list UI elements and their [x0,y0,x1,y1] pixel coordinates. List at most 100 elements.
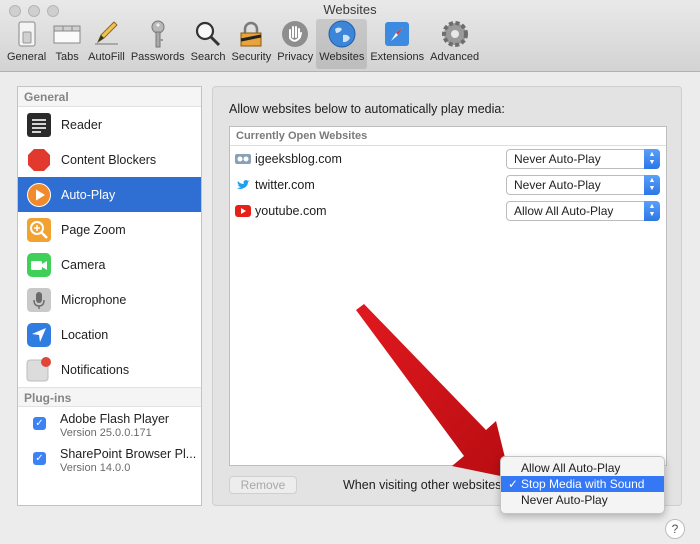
sidebar-item-label: Content Blockers [61,152,157,167]
auto-play-select[interactable]: Never Auto-Play ▲ ▼ [506,175,660,195]
sidebar-item-label: Camera [61,257,106,272]
auto-play-select[interactable]: Never Auto-Play ▲ ▼ [506,149,660,169]
lock-icon [236,19,266,49]
site-favicon-icon [235,152,251,166]
table-section-header: Currently Open Websites [230,127,666,146]
menu-option-label: Never Auto-Play [521,493,608,507]
table-row[interactable]: igeeksblog.com Never Auto-Play ▲ ▼ [230,146,666,172]
zoom-icon [26,217,52,243]
select-arrows-icon: ▲ ▼ [644,149,660,169]
site-domain: twitter.com [255,178,315,192]
plugin-name: Adobe Flash Player [60,412,170,426]
location-arrow-icon [26,322,52,348]
help-button[interactable]: ? [665,519,685,539]
play-icon [26,182,52,208]
plugin-version: Version 14.0.0 [60,462,131,474]
toolbar-privacy[interactable]: Privacy [274,19,316,69]
toolbar-label: General [7,51,47,63]
key-icon [143,19,173,49]
preferences-toolbar: General Tabs AutoFill Passwords Search S… [4,19,482,69]
select-arrows-icon: ▲ ▼ [644,175,660,195]
websites-table: Currently Open Websites igeeksblog.com N… [229,126,667,466]
sidebar-item-camera[interactable]: Camera [18,247,201,282]
sidebar-header-plugins: Plug-ins [18,387,201,407]
reader-icon [26,112,52,138]
menu-option-allow-all[interactable]: Allow All Auto-Play [501,460,664,476]
select-value: Allow All Auto-Play [514,204,614,218]
sidebar-item-microphone[interactable]: Microphone [18,282,201,317]
auto-play-dropdown-menu: Allow All Auto-Play ✓ Stop Media with So… [500,456,665,514]
microphone-icon [26,287,52,313]
plugin-row-sharepoint[interactable]: ✓ SharePoint Browser Pl... Version 14.0.… [18,442,201,477]
toolbar-label: Advanced [430,51,480,63]
checkmark-icon: ✓ [508,477,519,491]
site-domain: igeeksblog.com [255,152,342,166]
menu-option-never[interactable]: Never Auto-Play [501,492,664,508]
stop-sign-icon [26,147,52,173]
toolbar-websites[interactable]: Websites [316,19,368,69]
switch-icon [12,19,42,49]
globe-icon [327,19,357,49]
plugin-row-flash[interactable]: ✓ Adobe Flash Player Version 25.0.0.171 [18,407,201,442]
toolbar-extensions[interactable]: Extensions [367,19,427,69]
other-websites-label: When visiting other websites [343,478,502,492]
toolbar-label: Security [231,51,272,63]
toolbar-passwords[interactable]: Passwords [128,19,188,69]
toolbar-advanced[interactable]: Advanced [427,19,482,69]
site-domain: youtube.com [255,204,327,218]
toolbar-general[interactable]: General [4,19,49,69]
table-row[interactable]: twitter.com Never Auto-Play ▲ ▼ [230,172,666,198]
toolbar-label: Passwords [130,51,185,63]
sidebar-item-notifications[interactable]: Notifications [18,352,201,387]
gear-icon [440,19,470,49]
toolbar-search[interactable]: Search [188,19,229,69]
select-arrows-icon: ▲ ▼ [644,201,660,221]
sidebar-item-reader[interactable]: Reader [18,107,201,142]
auto-play-select[interactable]: Allow All Auto-Play ▲ ▼ [506,201,660,221]
sidebar-item-page-zoom[interactable]: Page Zoom [18,212,201,247]
remove-button[interactable]: Remove [229,476,297,494]
sidebar-item-label: Notifications [61,362,130,377]
sidebar-item-label: Page Zoom [61,222,126,237]
window-title: Websites [323,2,377,17]
menu-option-label: Allow All Auto-Play [521,461,621,475]
panel-description: Allow websites below to automatically pl… [229,102,505,116]
sidebar: General Reader Content Blockers Auto-Pla… [17,86,202,506]
toolbar-label: Privacy [277,51,314,63]
menu-option-label: Stop Media with Sound [521,477,645,491]
sidebar-header-general: General [18,87,201,107]
notifications-icon [26,356,52,383]
tabs-icon [52,19,82,49]
toolbar-label: Search [190,51,226,63]
toolbar-label: Extensions [370,51,425,63]
sidebar-item-label: Microphone [61,292,127,307]
sidebar-item-label: Auto-Play [61,187,116,202]
toolbar-label: AutoFill [88,51,125,63]
sidebar-item-label: Location [61,327,109,342]
magnifier-icon [193,19,223,49]
sidebar-item-auto-play[interactable]: Auto-Play [18,177,201,212]
menu-option-stop-media-with-sound[interactable]: ✓ Stop Media with Sound [501,476,664,492]
plugin-checkbox[interactable]: ✓ [33,452,46,465]
select-value: Never Auto-Play [514,152,601,166]
sidebar-item-location[interactable]: Location [18,317,201,352]
select-value: Never Auto-Play [514,178,601,192]
plugin-version: Version 25.0.0.171 [60,427,152,439]
table-row[interactable]: youtube.com Allow All Auto-Play ▲ ▼ [230,198,666,224]
compass-icon [382,19,412,49]
toolbar-label: Websites [319,51,365,63]
hand-icon [280,19,310,49]
toolbar-security[interactable]: Security [228,19,274,69]
plugin-name: SharePoint Browser Pl... [60,447,197,461]
sidebar-item-label: Reader [61,117,102,132]
sidebar-item-content-blockers[interactable]: Content Blockers [18,142,201,177]
plugin-checkbox[interactable]: ✓ [33,417,46,430]
toolbar-tabs[interactable]: Tabs [49,19,85,69]
youtube-icon [235,204,251,218]
twitter-bird-icon [235,178,251,192]
toolbar-label: Tabs [55,51,79,63]
auto-play-settings-panel: Allow websites below to automatically pl… [212,86,682,506]
toolbar-autofill[interactable]: AutoFill [85,19,128,69]
camera-icon [26,252,52,278]
title-bar: Websites General Tabs AutoFill Passwords [0,0,700,72]
